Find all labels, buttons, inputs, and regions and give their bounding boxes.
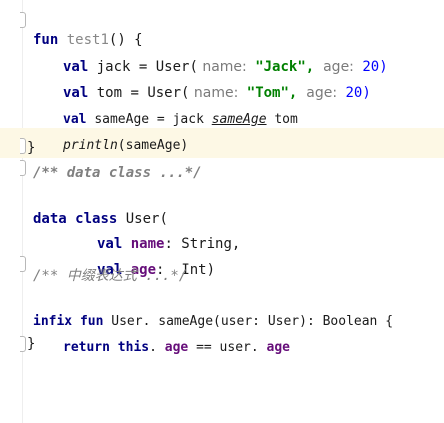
property: age bbox=[266, 340, 291, 355]
keyword: this bbox=[117, 340, 150, 355]
keyword: fun bbox=[33, 32, 59, 48]
code-line-5[interactable]: println(sameAge) bbox=[63, 116, 188, 156]
doc-comment: /** data class ...*/ bbox=[33, 165, 202, 181]
doc-comment: /** 中缀表达式 ...*/ bbox=[33, 268, 188, 284]
function-call: println bbox=[63, 138, 118, 153]
property: age bbox=[164, 340, 189, 355]
editor-gutter bbox=[0, 0, 22, 423]
fold-marker-icon[interactable] bbox=[20, 336, 26, 352]
gutter-separator bbox=[22, 0, 23, 423]
fold-marker-icon[interactable] bbox=[20, 256, 26, 272]
number-literal: 20) bbox=[337, 85, 371, 101]
code-text: (sameAge) bbox=[117, 138, 189, 153]
fold-marker-icon[interactable] bbox=[20, 12, 26, 28]
code-text: tom bbox=[266, 112, 298, 127]
fold-marker-icon[interactable] bbox=[20, 160, 26, 176]
fold-marker-icon[interactable] bbox=[20, 138, 26, 154]
code-line-13[interactable]: return this. age == user. age bbox=[63, 318, 290, 358]
code-line-11[interactable]: /** 中缀表达式 ...*/ bbox=[33, 266, 187, 286]
param-hint: age: bbox=[297, 85, 338, 101]
closing-brace: } bbox=[27, 336, 36, 352]
keyword: return bbox=[63, 340, 110, 355]
closing-brace: } bbox=[27, 140, 36, 156]
keyword: data bbox=[33, 211, 67, 227]
code-line-6[interactable]: } bbox=[27, 138, 35, 158]
code-line-7[interactable]: /** data class ...*/ bbox=[33, 163, 202, 183]
code-line-14[interactable]: } bbox=[27, 334, 35, 354]
infix-call: sameAge bbox=[211, 112, 267, 127]
code-text: == user. bbox=[188, 340, 267, 355]
